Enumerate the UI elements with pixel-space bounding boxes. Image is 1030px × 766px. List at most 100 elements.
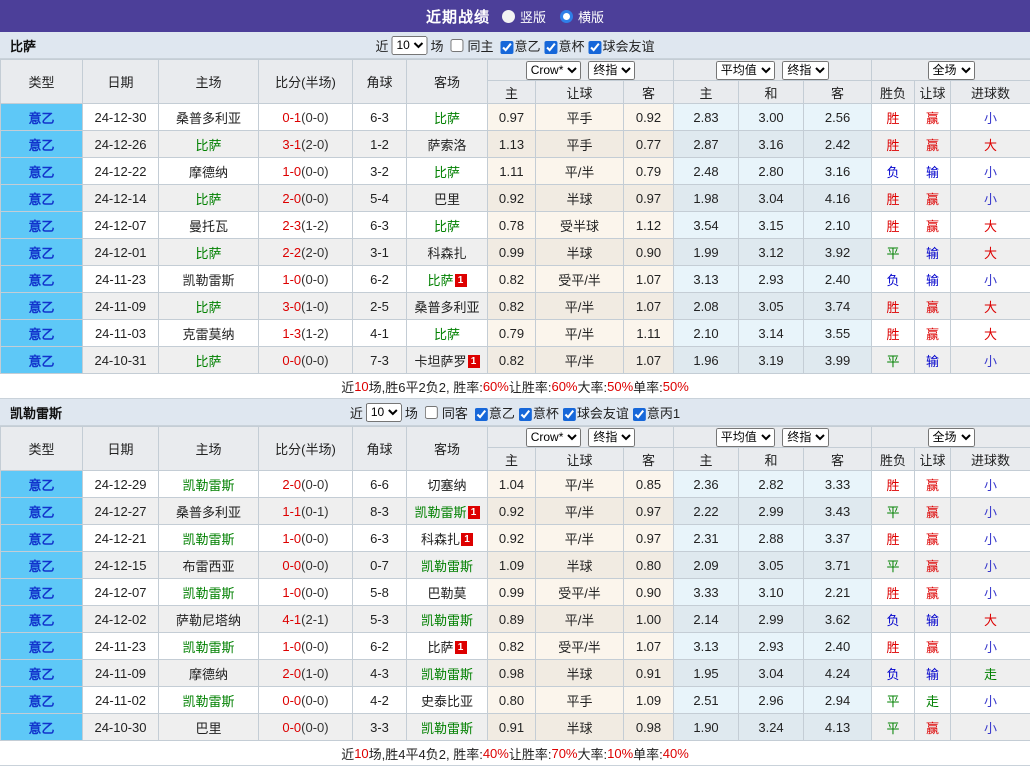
league-type-cell: 意乙 [1,320,83,347]
radio-horizontal-label: 横版 [578,7,604,26]
league-type-cell: 意乙 [1,239,83,266]
odds-home-cell: 0.98 [488,660,536,687]
average-select[interactable]: 平均值 [716,428,775,447]
odds-time-select[interactable]: 终指 [588,61,635,80]
avg-draw-cell: 3.16 [739,131,804,158]
team-section-header-2: 凯勒雷斯 近 10 场 同客 意乙意杯球会友谊意丙1 [0,399,1030,426]
avg-away-cell: 3.99 [804,347,872,374]
league-checkbox[interactable] [563,408,576,421]
sub-header-avg-home: 主 [674,81,739,104]
result-goals-cell: 小 [951,471,1030,498]
result-handicap-cell: 输 [915,606,951,633]
handicap-line-cell: 平/半 [536,293,624,320]
result-goals-cell: 小 [951,633,1030,660]
table-row: 意乙24-12-27桑普多利亚1-1(0-1)8-3凯勒雷斯10.92平/半0.… [1,498,1030,525]
average-select[interactable]: 平均值 [716,61,775,80]
result-outcome-cell: 胜 [872,104,915,131]
team-cell: 卡坦萨罗1 [407,347,488,374]
result-outcome-cell: 胜 [872,525,915,552]
result-goals-cell: 大 [951,239,1030,266]
date-cell: 24-12-14 [83,185,159,212]
corner-cell: 6-3 [353,525,407,552]
scope-select[interactable]: 全场 [928,61,975,80]
team-cell: 比萨 [407,320,488,347]
date-cell: 24-12-07 [83,212,159,239]
table-row: 意乙24-11-09比萨3-0(1-0)2-5桑普多利亚0.82平/半1.072… [1,293,1030,320]
league-checkbox[interactable] [501,41,514,54]
score-cell: 1-0(0-0) [259,579,353,606]
bookmaker-select[interactable]: Crow* [526,428,581,447]
score-cell: 0-0(0-0) [259,687,353,714]
odds-away-cell: 0.79 [624,158,674,185]
average-time-select[interactable]: 终指 [782,61,829,80]
half-score: (0-0) [301,477,328,492]
match-count-select[interactable]: 10 [391,36,427,55]
avg-home-cell: 3.13 [674,633,739,660]
table-row: 意乙24-12-21凯勒雷斯1-0(0-0)6-3科森扎10.92平/半0.97… [1,525,1030,552]
half-score: (0-0) [301,191,328,206]
summary-segment: 10 [354,746,368,761]
score-cell: 2-3(1-2) [259,212,353,239]
avg-draw-cell: 2.93 [739,633,804,660]
table-row: 意乙24-11-23凯勒雷斯1-0(0-0)6-2比萨10.82受平/半1.07… [1,633,1030,660]
avg-home-cell: 2.36 [674,471,739,498]
corner-cell: 6-2 [353,633,407,660]
date-cell: 24-12-01 [83,239,159,266]
odds-home-cell: 0.79 [488,320,536,347]
team-name: 比萨 [195,300,221,315]
team-cell: 科森扎1 [407,525,488,552]
scope-select[interactable]: 全场 [928,428,975,447]
result-goals-cell: 大 [951,212,1030,239]
odds-home-cell: 0.99 [488,239,536,266]
match-count-select[interactable]: 10 [366,403,402,422]
handicap-line-cell: 半球 [536,552,624,579]
avg-home-cell: 3.13 [674,266,739,293]
result-scope-group: 全场 [872,427,1030,448]
team-name: 凯勒雷斯 [182,273,234,288]
odds-home-cell: 0.99 [488,579,536,606]
sub-header-odds-home: 主 [488,81,536,104]
half-score: (0-0) [301,639,328,654]
score-cell: 1-0(0-0) [259,266,353,293]
radio-horizontal-layout[interactable]: 横版 [560,7,604,26]
league-checkbox[interactable] [545,41,558,54]
result-outcome-cell: 胜 [872,131,915,158]
full-score: 1-0 [282,585,301,600]
odds-time-select[interactable]: 终指 [588,428,635,447]
same-venue-checkbox[interactable] [450,39,463,52]
corner-cell: 3-3 [353,714,407,741]
avg-away-cell: 3.37 [804,525,872,552]
near-label: 近 [350,403,363,422]
corner-cell: 3-1 [353,239,407,266]
result-outcome-cell: 胜 [872,293,915,320]
summary-segment: 10 [354,379,368,394]
result-outcome-cell: 平 [872,347,915,374]
average-time-select[interactable]: 终指 [782,428,829,447]
league-checkbox[interactable] [519,408,532,421]
team-cell: 巴勒莫 [407,579,488,606]
same-venue-checkbox[interactable] [425,406,438,419]
team-cell: 比萨 [407,212,488,239]
team-cell: 摩德纳 [159,660,259,687]
team-name: 凯勒雷斯 [182,478,234,493]
half-score: (1-2) [301,326,328,341]
league-checkbox[interactable] [589,41,602,54]
near-label: 近 [375,36,388,55]
result-goals-cell: 小 [951,714,1030,741]
summary-segment: 60% [483,379,509,394]
score-cell: 1-0(0-0) [259,633,353,660]
avg-away-cell: 2.56 [804,104,872,131]
team-name: 曼托瓦 [189,219,228,234]
team-cell: 比萨1 [407,633,488,660]
result-handicap-cell: 赢 [915,552,951,579]
league-checkbox[interactable] [633,408,646,421]
league-checkbox[interactable] [475,408,488,421]
avg-home-cell: 2.22 [674,498,739,525]
team-cell: 凯勒雷斯 [159,266,259,293]
full-score: 0-0 [282,720,301,735]
date-cell: 24-11-09 [83,660,159,687]
avg-draw-cell: 3.12 [739,239,804,266]
handicap-line-cell: 平/半 [536,347,624,374]
bookmaker-select[interactable]: Crow* [526,61,581,80]
radio-vertical-layout[interactable]: 竖版 [502,7,546,26]
